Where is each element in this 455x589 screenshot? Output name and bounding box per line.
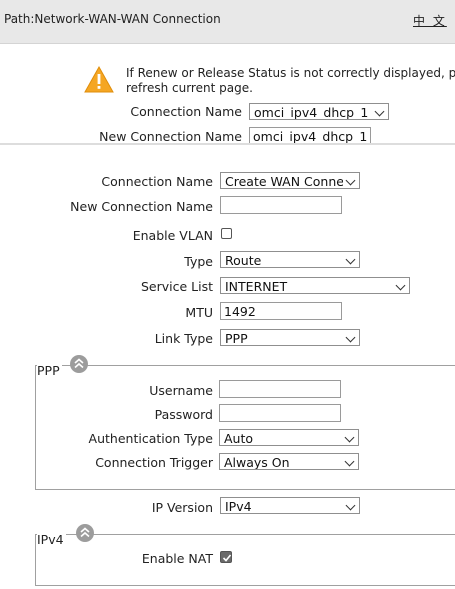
chevron-down-icon — [345, 175, 356, 186]
chevron-down-icon — [344, 456, 355, 467]
password-label: Password — [154, 407, 213, 422]
enable-vlan-checkbox[interactable] — [221, 228, 232, 239]
password-input[interactable] — [219, 404, 341, 422]
path-bar: Path:Network-WAN-WAN Connection 中 文 — [0, 0, 455, 44]
checkmark-icon — [222, 554, 232, 562]
ip-version-label: IP Version — [151, 500, 213, 515]
link-type-label: Link Type — [154, 331, 213, 346]
path-label: Path: — [4, 12, 35, 26]
new-connection-name-input[interactable] — [220, 196, 342, 214]
ip-version-value: IPv4 — [225, 499, 252, 514]
warning-icon — [84, 65, 114, 93]
ppp-collapse-button[interactable] — [70, 355, 88, 373]
service-list-value: INTERNET — [225, 279, 288, 294]
chevron-down-icon — [345, 254, 356, 265]
mtu-label: MTU — [185, 305, 213, 320]
ppp-group-title: PPP — [37, 363, 62, 378]
auth-type-select[interactable]: Auto — [219, 429, 359, 446]
connection-name-select[interactable]: Create WAN Connec — [220, 172, 360, 189]
old-connection-name-label: Connection Name — [130, 104, 242, 119]
chevron-down-icon — [345, 332, 356, 343]
old-connection-name-value: omci_ipv4_dhcp_1 — [254, 105, 369, 120]
service-list-select[interactable]: INTERNET — [220, 277, 410, 294]
old-new-connection-name-input[interactable]: omci_ipv4_dhcp_1 — [249, 127, 371, 144]
chevron-down-icon — [374, 106, 385, 117]
divider — [0, 143, 455, 145]
mtu-input[interactable]: 1492 — [220, 302, 342, 320]
chevron-down-icon — [345, 500, 356, 511]
chevron-down-icon — [344, 432, 355, 443]
ipv4-group-title: IPv4 — [37, 532, 66, 547]
service-list-label: Service List — [140, 279, 213, 294]
connection-trigger-value: Always On — [224, 455, 290, 470]
username-input[interactable] — [219, 380, 341, 398]
path-value: Network-WAN-WAN Connection — [34, 12, 221, 26]
type-label: Type — [184, 254, 213, 269]
notice-line-2: refresh current page. — [126, 81, 253, 95]
double-chevron-up-icon — [80, 527, 90, 538]
connection-trigger-label: Connection Trigger — [95, 455, 213, 470]
old-connection-name-select[interactable]: omci_ipv4_dhcp_1 — [249, 103, 389, 120]
notice-line-1: If Renew or Release Status is not correc… — [126, 66, 455, 80]
previous-page-area: If Renew or Release Status is not correc… — [0, 43, 455, 144]
type-select[interactable]: Route — [220, 251, 360, 268]
link-type-select[interactable]: PPP — [220, 329, 360, 346]
connection-trigger-select[interactable]: Always On — [219, 453, 359, 470]
ip-version-select[interactable]: IPv4 — [220, 497, 360, 514]
double-chevron-up-icon — [74, 358, 84, 369]
connection-name-value: Create WAN Connec — [225, 174, 343, 189]
ipv4-collapse-button[interactable] — [76, 524, 94, 542]
enable-vlan-label: Enable VLAN — [132, 228, 213, 243]
old-new-connection-name-label: New Connection Name — [99, 129, 242, 144]
enable-nat-checkbox[interactable] — [220, 551, 232, 563]
chevron-down-icon — [395, 280, 406, 291]
link-type-value: PPP — [225, 331, 248, 346]
breadcrumb: Path:Network-WAN-WAN Connection — [4, 12, 221, 26]
enable-nat-label: Enable NAT — [141, 551, 213, 566]
notice-text: If Renew or Release Status is not correc… — [126, 66, 455, 96]
username-label: Username — [149, 383, 213, 398]
new-connection-name-label: New Connection Name — [70, 199, 213, 214]
language-link[interactable]: 中 文 — [413, 12, 447, 29]
auth-type-value: Auto — [224, 431, 254, 446]
type-value: Route — [225, 253, 262, 268]
connection-name-label: Connection Name — [101, 174, 213, 189]
auth-type-label: Authentication Type — [88, 431, 213, 446]
